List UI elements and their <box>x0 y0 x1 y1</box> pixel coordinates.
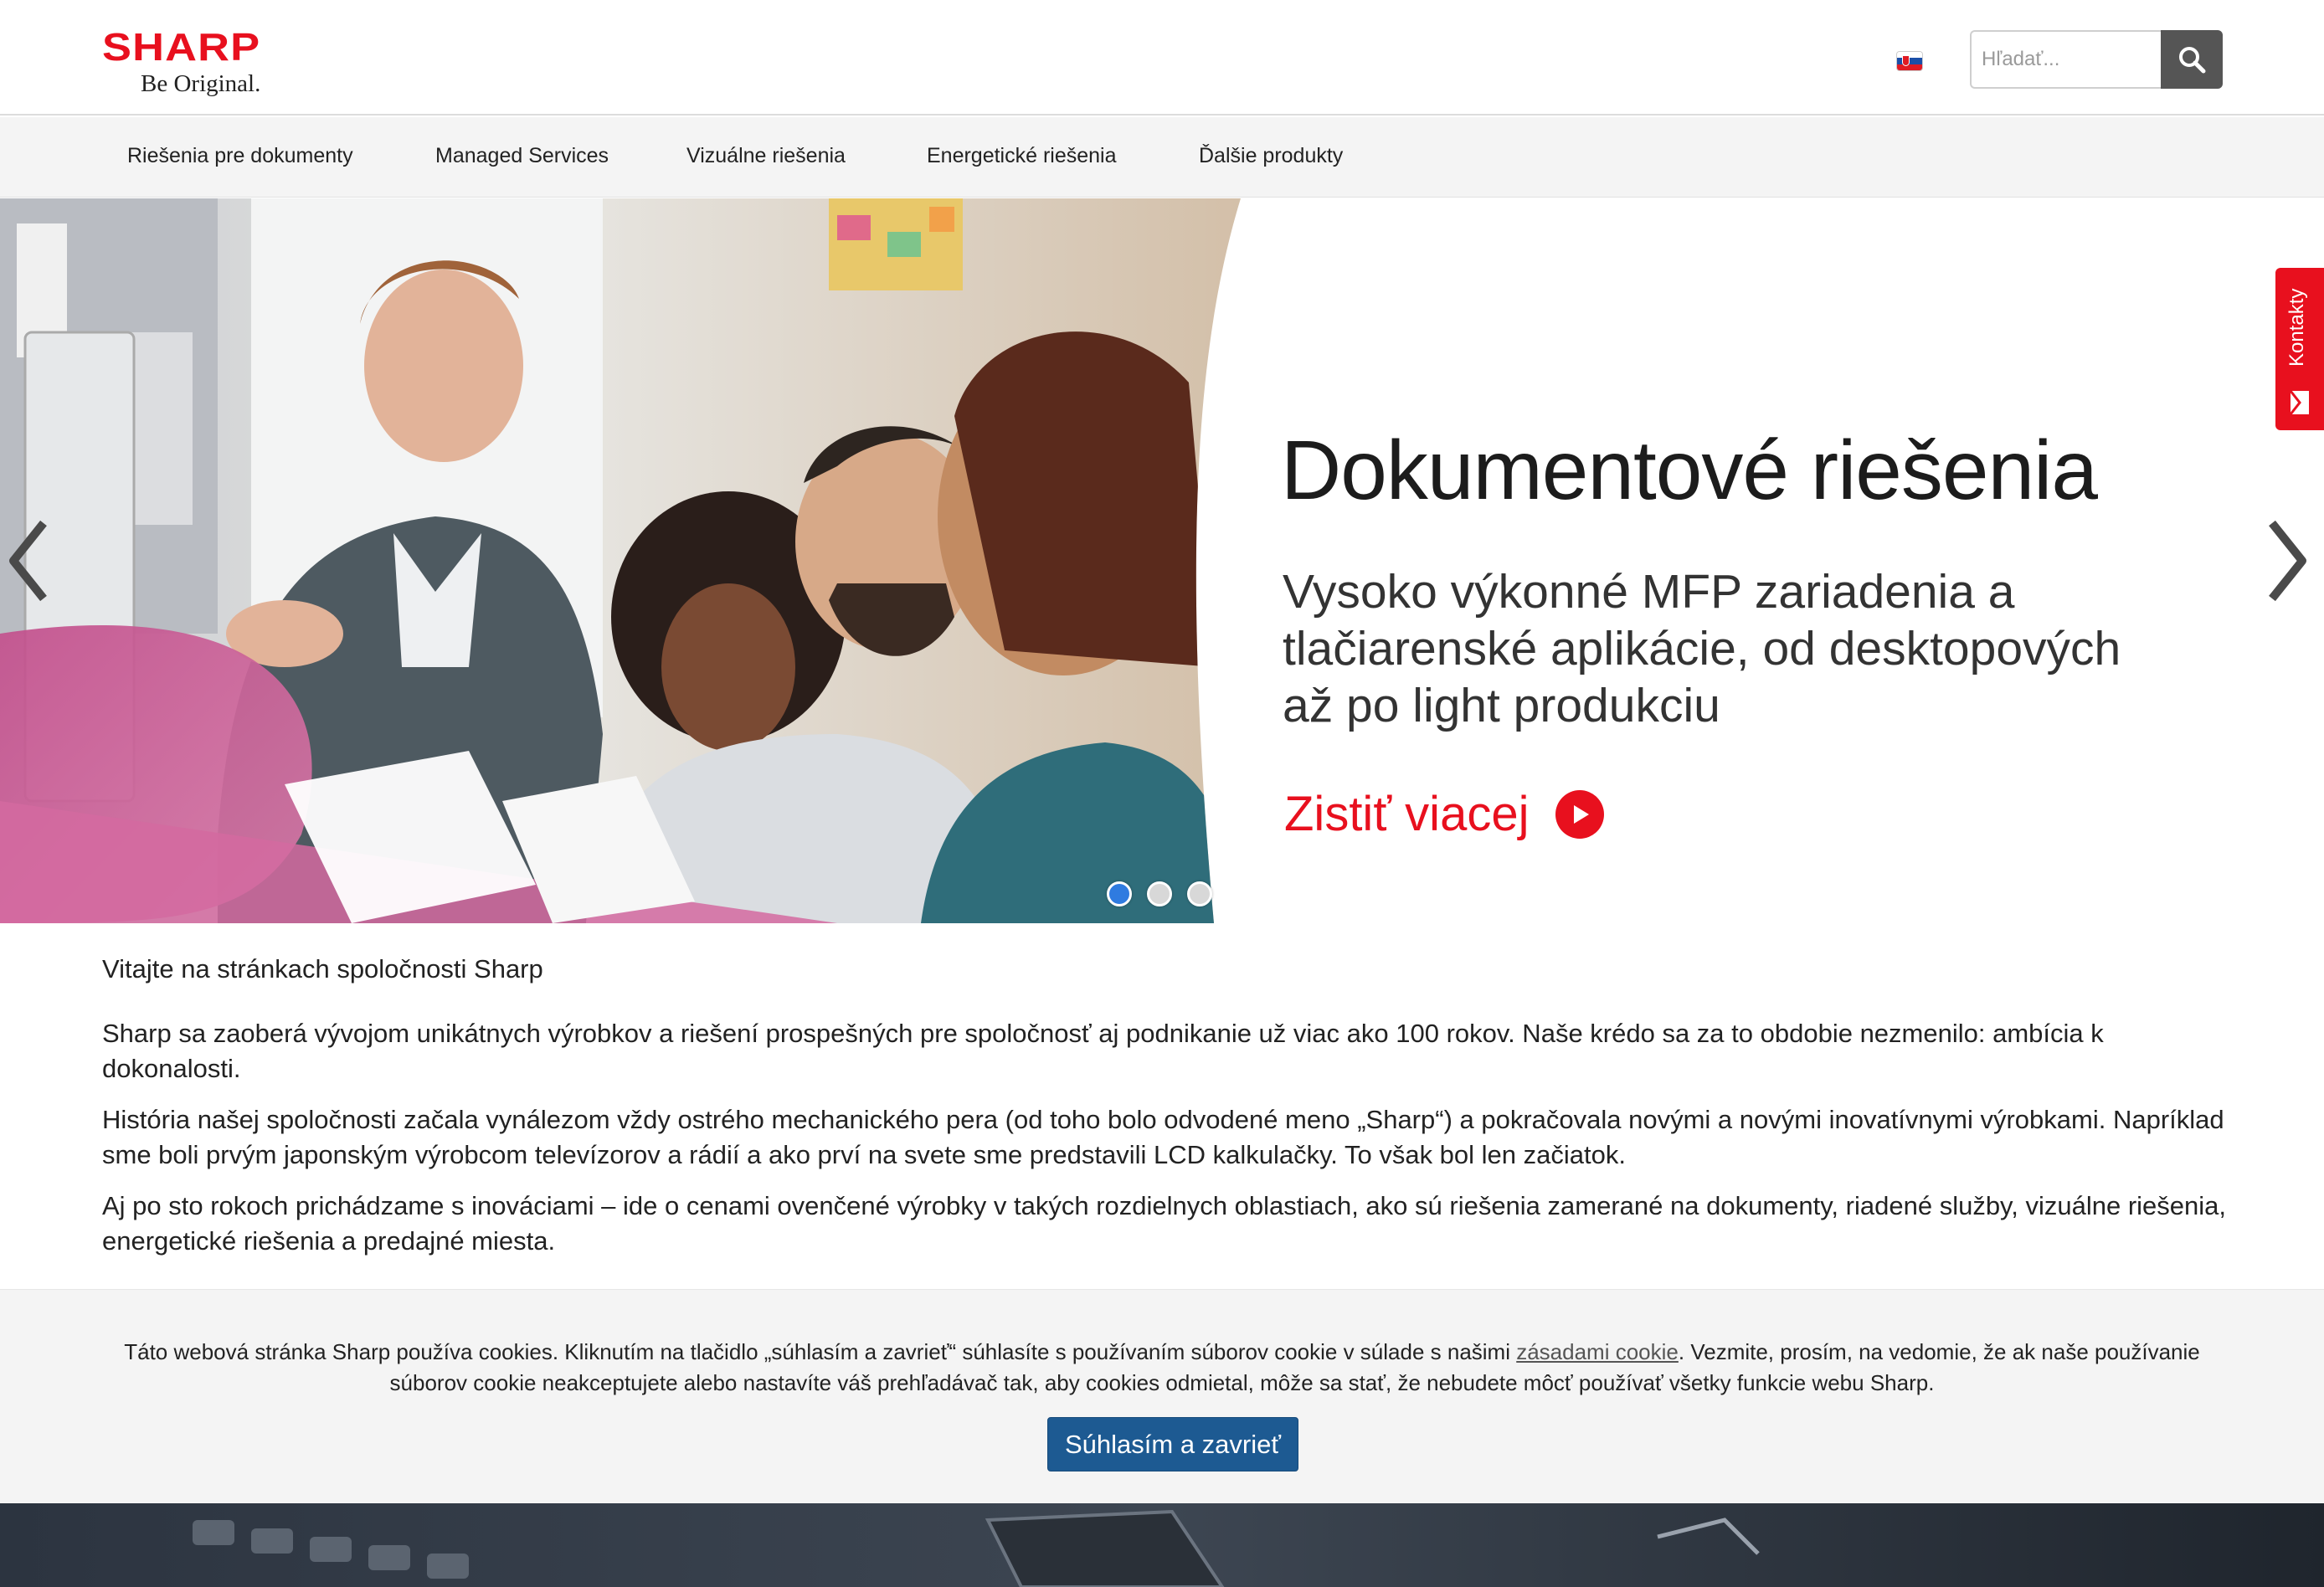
site-header: SHARP Be Original. <box>0 0 2324 116</box>
intro-content: Vitajte na stránkach spoločnosti Sharp S… <box>102 954 2245 1275</box>
nav-item-managed-services[interactable]: Managed Services <box>435 144 609 168</box>
nav-item-other-products[interactable]: Ďalšie produkty <box>1199 144 1343 168</box>
mail-icon <box>2290 390 2309 415</box>
nav-item-visual-solutions[interactable]: Vizuálne riešenia <box>686 144 846 168</box>
hero-title: Dokumentové riešenia <box>1281 424 2098 517</box>
slovakia-flag-icon[interactable] <box>1897 52 1922 70</box>
intro-paragraph-2: História našej spoločnosti začala vynále… <box>102 1105 2224 1169</box>
play-icon <box>1555 789 1605 839</box>
hero-carousel: Dokumentové riešenia Vysoko výkonné MFP … <box>0 198 2324 923</box>
welcome-heading: Vitajte na stránkach spoločnosti Sharp <box>102 954 543 984</box>
carousel-dot-1[interactable] <box>1107 881 1132 906</box>
search-icon <box>2179 47 2206 74</box>
accept-cookies-button[interactable]: Súhlasím a zavrieť <box>1047 1417 1298 1471</box>
hero-cta-label: Zistiť viacej <box>1284 787 1530 841</box>
contacts-tab-label: Kontakty <box>2285 288 2308 367</box>
sharp-logo[interactable]: SHARP Be Original. <box>102 25 303 100</box>
chevron-right-icon <box>2269 520 2306 602</box>
logo-wordmark: SHARP <box>102 25 261 69</box>
nav-item-energy-solutions[interactable]: Energetické riešenia <box>927 144 1117 168</box>
hero-cta-link[interactable]: Zistiť viacej <box>1284 786 1605 842</box>
intro-paragraph-1: Sharp sa zaoberá vývojom unikátnych výro… <box>102 1019 2104 1083</box>
search-input[interactable] <box>1970 30 2161 89</box>
cookie-banner: Táto webová stránka Sharp používa cookie… <box>0 1289 2324 1503</box>
hero-subtitle: Vysoko výkonné MFP zariadenia a tlačiare… <box>1283 565 2121 732</box>
logo-tagline: Be Original. <box>141 70 261 97</box>
carousel-dot-2[interactable] <box>1147 881 1172 906</box>
next-section-image <box>0 1503 2324 1587</box>
contacts-side-tab[interactable]: Kontakty <box>2275 268 2324 430</box>
carousel-dot-3[interactable] <box>1187 881 1212 906</box>
cookie-message: Táto webová stránka Sharp používa cookie… <box>100 1337 2224 1399</box>
search-button[interactable] <box>2161 30 2223 89</box>
nav-item-document-solutions[interactable]: Riešenia pre dokumenty <box>127 144 353 168</box>
cookie-policy-link[interactable]: zásadami cookie <box>1516 1339 1679 1364</box>
carousel-next-button[interactable] <box>2262 515 2312 607</box>
hero-image <box>0 198 1241 923</box>
carousel-indicators <box>1107 881 1212 906</box>
main-navigation: Riešenia pre dokumenty Managed Services … <box>0 117 2324 198</box>
chevron-left-icon <box>9 520 47 602</box>
carousel-prev-button[interactable] <box>3 515 54 607</box>
cookie-text-before: Táto webová stránka Sharp používa cookie… <box>124 1339 1517 1364</box>
intro-paragraph-3: Aj po sto rokoch prichádzame s inováciam… <box>102 1191 2227 1256</box>
